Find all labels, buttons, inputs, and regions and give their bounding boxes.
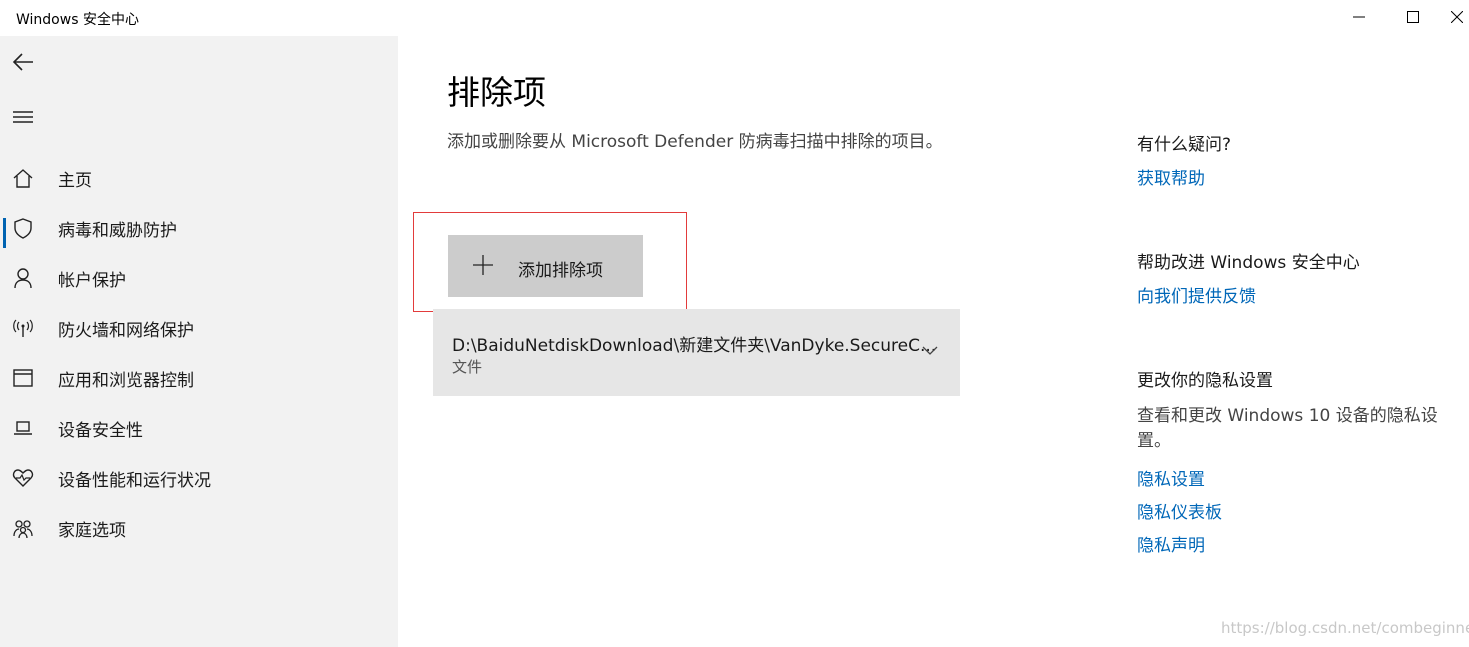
back-arrow-icon — [12, 53, 33, 71]
sidebar-item-app-browser-control[interactable]: 应用和浏览器控制 — [0, 358, 398, 398]
sidebar: 主页 病毒和威胁防护 帐户保护 防火墙和网络保护 应用和浏览器控制 设备安全性 — [0, 36, 398, 647]
sidebar-item-family-options[interactable]: 家庭选项 — [0, 508, 398, 548]
add-exclusion-label: 添加排除项 — [518, 261, 603, 281]
sidebar-item-device-security[interactable]: 设备安全性 — [0, 408, 398, 448]
add-exclusion-button[interactable]: 添加排除项 — [448, 235, 643, 297]
shield-icon — [11, 216, 35, 240]
sidebar-item-device-performance[interactable]: 设备性能和运行状况 — [0, 458, 398, 498]
chevron-down-icon[interactable] — [921, 343, 939, 357]
sidebar-item-label: 帐户保护 — [58, 270, 126, 291]
sidebar-item-account-protection[interactable]: 帐户保护 — [0, 258, 398, 298]
feedback-link[interactable]: 向我们提供反馈 — [1137, 282, 1256, 307]
sidebar-item-label: 家庭选项 — [58, 520, 126, 541]
watermark: https://blog.csdn.net/combeginner — [1221, 619, 1469, 637]
wireless-icon — [11, 316, 35, 340]
laptop-icon — [11, 416, 35, 440]
window-title: Windows 安全中心 — [16, 12, 139, 28]
sidebar-item-home[interactable]: 主页 — [0, 158, 398, 198]
exclusion-list-item[interactable]: D:\BaiduNetdiskDownload\新建文件夹\VanDyke.Se… — [433, 309, 960, 396]
back-button[interactable] — [8, 47, 38, 77]
exclusion-type: 文件 — [452, 358, 483, 376]
selected-indicator — [3, 218, 6, 248]
minimize-button[interactable] — [1336, 0, 1382, 34]
exclusion-path: D:\BaiduNetdiskDownload\新建文件夹\VanDyke.Se… — [452, 336, 937, 356]
maximize-icon — [1407, 11, 1419, 23]
privacy-heading: 更改你的隐私设置 — [1137, 371, 1273, 391]
sidebar-item-label: 设备性能和运行状况 — [58, 470, 211, 491]
sidebar-item-label: 应用和浏览器控制 — [58, 370, 194, 391]
sidebar-item-label: 主页 — [58, 170, 92, 191]
sidebar-item-firewall[interactable]: 防火墙和网络保护 — [0, 308, 398, 348]
help-question-heading: 有什么疑问? — [1137, 135, 1232, 155]
privacy-statement-link[interactable]: 隐私声明 — [1137, 531, 1205, 556]
privacy-dashboard-link[interactable]: 隐私仪表板 — [1137, 498, 1222, 523]
close-icon — [1450, 11, 1463, 23]
browser-window-icon — [11, 366, 35, 390]
improve-heading: 帮助改进 Windows 安全中心 — [1137, 253, 1360, 273]
page-description: 添加或删除要从 Microsoft Defender 防病毒扫描中排除的项目。 — [447, 132, 943, 152]
get-help-link[interactable]: 获取帮助 — [1137, 164, 1205, 189]
hamburger-icon — [13, 111, 33, 123]
sidebar-item-label: 病毒和威胁防护 — [58, 220, 177, 241]
home-icon — [11, 166, 35, 190]
sidebar-item-label: 设备安全性 — [58, 420, 143, 441]
privacy-settings-link[interactable]: 隐私设置 — [1137, 465, 1205, 490]
plus-icon — [473, 255, 493, 275]
page-title: 排除项 — [447, 73, 546, 112]
title-bar: Windows 安全中心 — [0, 0, 1469, 36]
sidebar-item-virus-protection[interactable]: 病毒和威胁防护 — [0, 208, 398, 248]
hamburger-menu-button[interactable] — [8, 102, 38, 132]
person-icon — [11, 266, 35, 290]
close-button[interactable] — [1444, 0, 1469, 34]
heart-pulse-icon — [11, 466, 35, 490]
privacy-description: 查看和更改 Windows 10 设备的隐私设置。 — [1137, 406, 1438, 451]
family-icon — [11, 516, 35, 540]
minimize-icon — [1353, 16, 1365, 18]
sidebar-item-label: 防火墙和网络保护 — [58, 320, 194, 341]
maximize-button[interactable] — [1390, 0, 1436, 34]
